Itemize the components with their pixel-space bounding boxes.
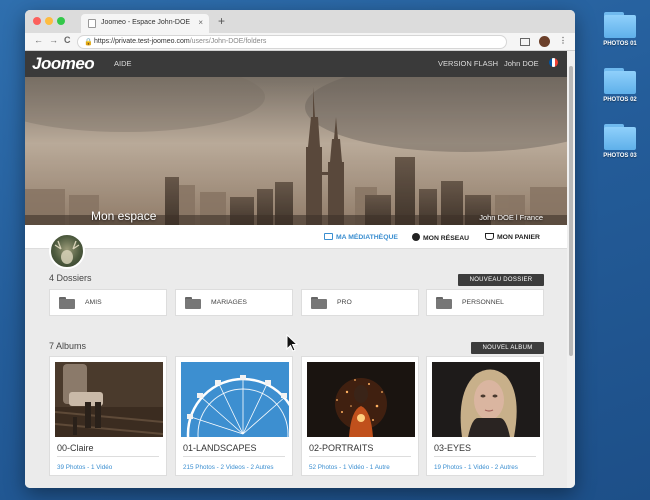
folder-card-pro[interactable]: PRO [301,289,419,316]
folder-label: AMIS [85,299,102,306]
folders-heading: 4 Dossiers [49,273,92,283]
folder-icon [604,124,636,150]
avatar[interactable] [49,233,85,269]
album-title: 01-LANDSCAPES [183,443,257,453]
album-thumbnail [307,362,415,437]
album-meta-link[interactable]: 39 Photos - 1 Vidéo [57,464,112,471]
woman-portrait-image [432,362,540,437]
tab-label: MA MÉDIATHÈQUE [336,234,398,241]
browser-toolbar: ← → C 🔒 https://private.test-joomeo.com/… [25,33,575,51]
url-path: /users/John-DOE/folders [189,38,267,45]
album-title: 03-EYES [434,443,472,453]
album-thumbnail [181,362,289,437]
reload-button[interactable]: C [64,35,71,45]
tab-label: MON RÉSEAU [423,235,470,242]
folder-label: PRO [337,299,352,306]
folder-card-mariages[interactable]: MARIAGES [175,289,293,316]
url-host: https://private.test-joomeo.com [94,38,190,45]
user-location: John DOE l France [479,213,543,222]
mouse-pointer-icon [286,334,298,352]
album-card-landscapes[interactable]: 01-LANDSCAPES 215 Photos - 2 Videos - 2 … [175,356,293,476]
image-icon [324,233,333,240]
new-tab-button[interactable]: + [218,14,225,28]
scrollbar-thumb[interactable] [569,66,573,356]
hero-banner: Mon espace John DOE l France [25,77,567,225]
close-tab-icon[interactable]: × [198,18,203,27]
browser-menu-icon[interactable]: ⋮ [559,36,567,45]
minimize-window-button[interactable] [45,17,53,25]
folder-card-amis[interactable]: AMIS [49,289,167,316]
tab-network[interactable]: MON RÉSEAU [412,233,469,242]
help-link[interactable]: AIDE [114,59,132,68]
tab-media-library[interactable]: MA MÉDIATHÈQUE [324,233,398,241]
lock-icon: 🔒 [84,39,93,46]
folder-label: PERSONNEL [462,299,504,306]
new-album-button[interactable]: NOUVEL ALBUM [471,342,544,354]
globe-icon [412,233,420,241]
basket-icon [485,233,494,240]
cast-icon[interactable] [520,38,530,46]
folder-icon [604,68,636,94]
desktop-folder-label: PHOTOS 01 [603,41,637,47]
joomeo-logo[interactable]: Joomeo [32,54,95,74]
album-meta-link[interactable]: 52 Photos - 1 Vidéo - 1 Autre [309,464,390,471]
tab-bar: Joomeo - Espace John-DOE × + [25,10,575,33]
back-button[interactable]: ← [34,35,43,45]
album-thumbnail [432,362,540,437]
address-bar[interactable]: 🔒 https://private.test-joomeo.com/users/… [77,35,507,49]
folder-card-personnel[interactable]: PERSONNEL [426,289,544,316]
album-meta-link[interactable]: 19 Photos - 1 Vidéo - 2 Autres [434,464,518,471]
extension-icon[interactable] [539,36,550,47]
album-card-eyes[interactable]: 03-EYES 19 Photos - 1 Vidéo - 2 Autres [426,356,544,476]
desktop-folder-label: PHOTOS 03 [603,153,637,159]
folder-icon [311,297,327,309]
tab-title: Joomeo - Espace John-DOE [101,19,191,26]
page-icon [88,19,96,28]
album-title: 02-PORTRAITS [309,443,374,453]
flash-version-link[interactable]: VERSION FLASH [438,59,498,68]
tab-label: MON PANIER [497,234,540,241]
browser-tab[interactable]: Joomeo - Espace John-DOE × [81,14,209,33]
album-meta-link[interactable]: 215 Photos - 2 Videos - 2 Autres [183,464,274,471]
section-nav: MA MÉDIATHÈQUE MON RÉSEAU MON PANIER [25,225,567,249]
user-menu[interactable]: John DOE [504,59,539,68]
desktop-folder-label: PHOTOS 02 [603,97,637,103]
album-divider [183,456,285,457]
ferris-wheel-image [181,362,289,437]
album-title: 00-Claire [57,443,94,453]
city-skyline-image [25,77,567,225]
folder-icon [436,297,452,309]
sitting-person-image [55,362,163,437]
album-thumbnail [55,362,163,437]
zoom-window-button[interactable] [57,17,65,25]
page-title: Mon espace [91,209,157,223]
album-divider [434,456,536,457]
deer-avatar-icon [54,240,80,264]
page-scrollbar[interactable] [567,51,575,488]
forward-button[interactable]: → [49,35,58,45]
folder-icon [604,12,636,38]
desktop-folder-photos-02[interactable]: PHOTOS 02 [598,68,642,103]
folder-icon [59,297,75,309]
folder-label: MARIAGES [211,299,247,306]
tab-cart[interactable]: MON PANIER [485,233,540,241]
french-flag-icon[interactable] [549,58,558,67]
desktop-folder-photos-03[interactable]: PHOTOS 03 [598,124,642,159]
close-window-button[interactable] [33,17,41,25]
album-card-claire[interactable]: 00-Claire 39 Photos - 1 Vidéo [49,356,167,476]
new-folder-button[interactable]: NOUVEAU DOSSIER [458,274,544,286]
page-content: Joomeo AIDE VERSION FLASH John DOE Mon e… [25,51,567,488]
albums-heading: 7 Albums [49,341,87,351]
album-divider [57,456,159,457]
album-divider [309,456,411,457]
site-header: Joomeo AIDE VERSION FLASH John DOE [25,51,567,77]
sparkler-portrait-image [307,362,415,437]
album-card-portraits[interactable]: 02-PORTRAITS 52 Photos - 1 Vidéo - 1 Aut… [301,356,419,476]
browser-window: Joomeo - Espace John-DOE × + ← → C 🔒 htt… [25,10,575,488]
folder-icon [185,297,201,309]
desktop-folder-photos-01[interactable]: PHOTOS 01 [598,12,642,47]
